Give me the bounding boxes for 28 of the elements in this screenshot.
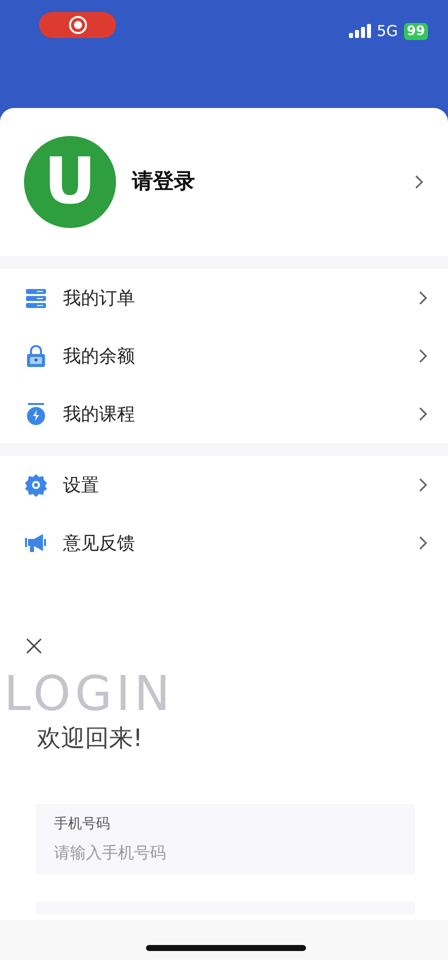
gear-icon <box>24 473 48 497</box>
menu-item[interactable]: 我的课程 <box>0 385 448 443</box>
chevron-right-icon <box>418 535 428 551</box>
chevron-right-icon <box>414 174 424 190</box>
avatar: U <box>24 136 116 228</box>
lightning-icon <box>24 402 48 426</box>
chevron-right-icon <box>418 290 428 306</box>
phone-field[interactable]: 手机号码 请输入手机号码 <box>36 804 415 874</box>
background-word: LOGIN <box>4 670 174 718</box>
megaphone-icon <box>24 531 48 555</box>
menu-item[interactable]: 我的订单 <box>0 269 448 327</box>
record-icon <box>68 15 88 35</box>
chevron-right-icon <box>418 477 428 493</box>
padlock-icon <box>24 344 48 368</box>
menu-item[interactable]: 设置 <box>0 456 448 514</box>
input-field[interactable]: 请输入手机号码 <box>54 841 397 865</box>
menu-item[interactable]: 意见反馈 <box>0 514 448 572</box>
chevron-right-icon <box>418 348 428 364</box>
chevron-right-icon <box>418 406 428 422</box>
welcome-heading: 欢迎回来! <box>37 723 143 754</box>
signal-icon <box>348 24 371 38</box>
login-prompt[interactable]: 请登录 <box>132 166 398 198</box>
stack-icon <box>24 286 48 310</box>
battery-level: 99 <box>404 22 428 40</box>
close-icon[interactable] <box>26 638 42 654</box>
menu-item[interactable]: 我的余额 <box>0 327 448 385</box>
field-label: 手机号码 <box>54 815 111 834</box>
network-label: 5G <box>376 21 398 42</box>
